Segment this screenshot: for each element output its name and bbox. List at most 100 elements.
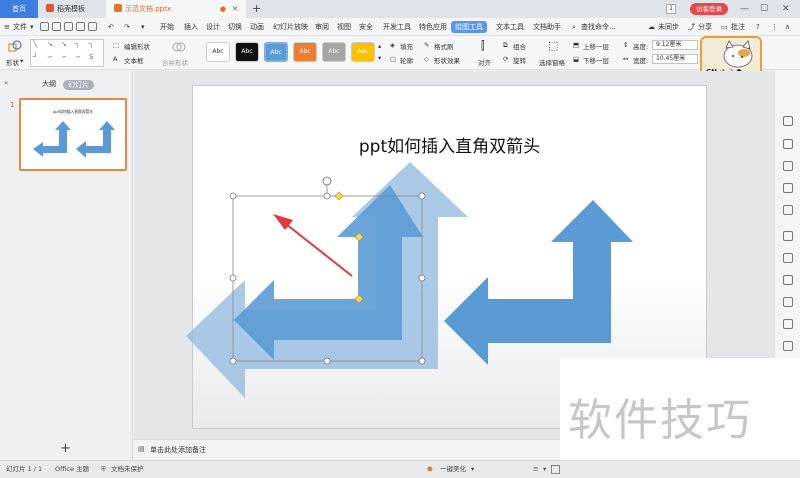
menu-developer[interactable]: 开发工具 — [383, 18, 411, 36]
maximize-button[interactable]: ☐ — [760, 0, 768, 18]
menu-file[interactable]: 文件 — [13, 18, 27, 36]
notes-toggle-dropdown-icon[interactable]: ▾ — [543, 461, 546, 478]
menu-security[interactable]: 安全 — [359, 18, 373, 36]
curved-double-arrow-icon[interactable]: ∽ — [75, 53, 81, 61]
copy-format-icon[interactable] — [783, 139, 793, 149]
width-input[interactable]: 10.45厘米 — [652, 54, 698, 64]
close-tab-icon[interactable]: ✕ — [232, 0, 238, 18]
group-button[interactable]: 组合 — [513, 41, 526, 51]
height-input[interactable]: 9.12厘米 — [652, 40, 698, 50]
format-icon[interactable] — [88, 22, 97, 31]
collapse-pane-icon[interactable]: « — [4, 79, 8, 87]
tab-outline[interactable]: 大纲 — [42, 79, 56, 89]
share-button[interactable]: 分享 — [698, 18, 712, 36]
selection-pane-button[interactable]: 选择窗格 — [539, 57, 565, 67]
object-properties-icon[interactable] — [783, 116, 793, 126]
bring-forward-button[interactable]: 上移一层 — [583, 41, 609, 51]
line-style-gallery[interactable]: ╲ ↘ ↘ ┐ ┐ ┘ ∽ ∽ ∽ S — [30, 39, 104, 67]
arrow-line-icon[interactable]: ↘ — [47, 40, 53, 48]
sync-status[interactable]: 未同步 — [658, 18, 679, 36]
align-button[interactable]: 对齐 — [478, 57, 491, 67]
tab-templates[interactable]: 稻壳模板 — [38, 0, 106, 18]
menu-animations[interactable]: 动画 — [250, 18, 264, 36]
visitor-login-button[interactable]: 访客登录 — [690, 3, 728, 15]
backup-icon[interactable] — [783, 319, 793, 329]
slide-title[interactable]: ppt如何插入直角双箭头 — [193, 132, 706, 157]
send-backward-button[interactable]: 下移一层 — [583, 55, 609, 65]
slide-thumbnail[interactable]: ppt如何插入直角双箭头 — [19, 98, 127, 171]
menu-design[interactable]: 设计 — [206, 18, 220, 36]
search-icon[interactable]: ⌕ — [572, 18, 576, 36]
table-icon[interactable] — [783, 275, 793, 285]
menu-file-dropdown-icon[interactable]: ▾ — [30, 18, 34, 36]
menu-home[interactable]: 开始 — [160, 18, 174, 36]
notes-pane[interactable]: ▤ 单击此处添加备注 — [134, 439, 560, 460]
menu-text-tools[interactable]: 文本工具 — [496, 18, 524, 36]
chart-icon[interactable] — [783, 253, 793, 263]
textbox-button[interactable]: 文本框 — [124, 55, 144, 65]
curved-arrow-icon[interactable]: ∽ — [61, 53, 67, 61]
close-window-button[interactable]: ✕ — [782, 0, 790, 18]
shape-dropdown-icon[interactable]: ▾ — [20, 57, 23, 65]
menu-transitions[interactable]: 切换 — [228, 18, 242, 36]
undo-icon[interactable]: ↶ — [108, 18, 114, 36]
one-click-beautify-button[interactable]: 一键美化 — [440, 461, 466, 478]
font-icon[interactable] — [783, 231, 793, 241]
shape-gallery-icon[interactable] — [8, 40, 22, 54]
shape-style-black[interactable]: Abc — [235, 42, 259, 62]
beautify-dropdown-icon[interactable]: ▾ — [471, 461, 474, 478]
cursor-icon[interactable] — [783, 205, 793, 215]
help-button[interactable]: ? — [756, 18, 760, 36]
print-icon[interactable] — [64, 22, 73, 31]
tab-slides[interactable]: 幻灯片 — [63, 80, 94, 90]
menu-drawing-tools[interactable]: 绘图工具 — [451, 21, 487, 33]
theme-name[interactable]: Office 主题 — [55, 461, 89, 478]
search-commands[interactable]: 查找命令... — [581, 18, 616, 36]
elbow-arrow-icon[interactable]: ┐ — [89, 40, 93, 48]
shape-effect-button[interactable]: 形状效果 — [434, 55, 460, 65]
new-tab-button[interactable]: + — [252, 0, 261, 18]
format-painter-button[interactable]: 格式刷 — [434, 41, 454, 51]
tab-document[interactable]: 示范文档.pptx ● ✕ — [106, 0, 246, 18]
menu-insert[interactable]: 插入 — [184, 18, 198, 36]
style-icon[interactable] — [783, 161, 793, 171]
shape-style-white[interactable]: Abc — [206, 42, 230, 62]
shape-style-blue[interactable]: Abc — [264, 42, 288, 62]
notes-toggle-icon[interactable]: ≡ — [533, 461, 538, 478]
double-arrow-line-icon[interactable]: ↘ — [61, 40, 67, 48]
merge-shapes-button[interactable]: 合并形状 — [162, 57, 188, 67]
elbow-connector-icon[interactable]: ┐ — [75, 40, 79, 48]
template-icon[interactable] — [783, 341, 793, 351]
menu-featured[interactable]: 特色应用 — [419, 18, 447, 36]
document-protection[interactable]: 文档未保护 — [111, 461, 144, 478]
collapse-ribbon-icon[interactable]: ∧ — [785, 18, 790, 36]
tab-home[interactable]: 首页 — [0, 0, 38, 18]
menu-slideshow[interactable]: 幻灯片放映 — [273, 18, 308, 36]
export-pdf-icon[interactable] — [52, 22, 61, 31]
shape-button[interactable]: 形状 — [6, 57, 19, 67]
normal-view-icon[interactable] — [551, 465, 560, 474]
menu-review[interactable]: 审阅 — [315, 18, 329, 36]
styles-scroll-down-icon[interactable]: ▾ — [378, 54, 381, 62]
outline-button[interactable]: 轮廓 — [400, 55, 413, 65]
more-icon[interactable]: ⋮ — [771, 18, 778, 36]
rotate-button[interactable]: 旋转 — [513, 55, 526, 65]
window-count-badge[interactable]: 1 — [666, 4, 676, 14]
line-shape-icon[interactable]: ╲ — [33, 40, 37, 48]
shape-style-gold[interactable]: Abc — [351, 42, 375, 62]
hamburger-icon[interactable]: ≡ — [4, 18, 10, 36]
print-preview-icon[interactable] — [76, 22, 85, 31]
styles-scroll-up-icon[interactable]: ▴ — [378, 42, 381, 50]
menu-view[interactable]: 视图 — [337, 18, 351, 36]
freeform-icon[interactable]: S — [89, 53, 93, 61]
fill-button[interactable]: 填充 — [400, 41, 413, 51]
picture-icon[interactable] — [783, 297, 793, 307]
elbow-double-arrow-icon[interactable]: ┘ — [33, 53, 37, 61]
shape-style-gray[interactable]: Abc — [322, 42, 346, 62]
minimize-button[interactable]: — — [740, 0, 749, 18]
animation-icon[interactable] — [783, 183, 793, 193]
add-slide-button[interactable]: + — [60, 441, 71, 456]
save-icon[interactable] — [40, 22, 49, 31]
shape-style-orange[interactable]: Abc — [293, 42, 317, 62]
comments-button[interactable]: 批注 — [731, 18, 745, 36]
